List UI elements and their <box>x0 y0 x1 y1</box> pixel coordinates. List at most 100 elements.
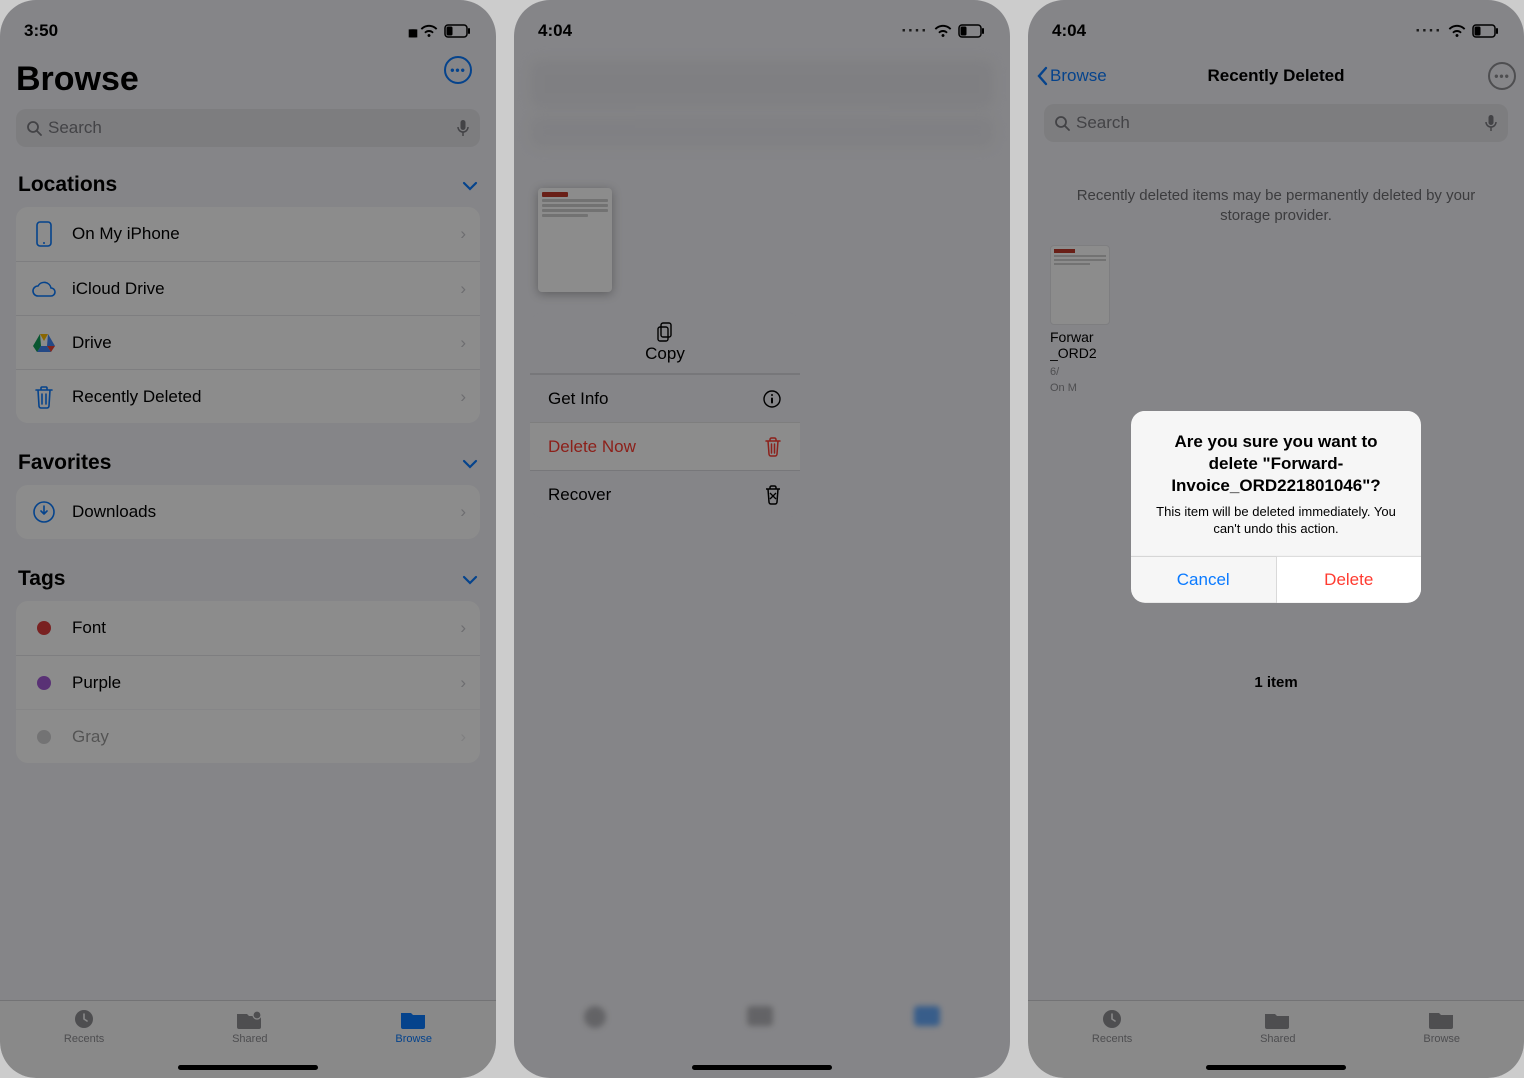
search-input[interactable] <box>1076 113 1478 133</box>
context-copy[interactable]: Copy <box>530 312 800 374</box>
location-on-my-iphone[interactable]: On My iPhone › <box>16 207 480 261</box>
context-delete-now[interactable]: Delete Now <box>530 422 800 470</box>
file-date: 6/ <box>1050 366 1059 378</box>
favorite-downloads[interactable]: Downloads › <box>16 485 480 539</box>
home-indicator[interactable] <box>178 1065 318 1070</box>
tab-recents[interactable]: Recents <box>64 1007 104 1045</box>
recover-icon <box>764 485 782 505</box>
location-recently-deleted[interactable]: Recently Deleted › <box>16 369 480 423</box>
downloads-icon <box>30 498 58 526</box>
tab-shared[interactable]: Shared <box>232 1007 267 1045</box>
more-button[interactable]: ••• <box>444 56 472 84</box>
chevron-right-icon: › <box>460 333 466 353</box>
search-icon <box>26 120 42 136</box>
tags-group: Font › Purple › Gray › <box>16 601 480 763</box>
tab-shared[interactable]: Shared <box>1260 1007 1295 1045</box>
tag-gray[interactable]: Gray › <box>16 709 480 763</box>
tag-color-dot <box>37 730 51 744</box>
tag-purple[interactable]: Purple › <box>16 655 480 709</box>
info-text: Recently deleted items may be permanentl… <box>1044 158 1508 245</box>
chevron-right-icon: › <box>460 279 466 299</box>
nav-bar: Browse Recently Deleted ••• <box>1028 54 1524 98</box>
alert-message: This item will be deleted immediately. Y… <box>1131 503 1421 556</box>
chevron-down-icon <box>462 173 478 197</box>
wifi-icon <box>1448 24 1466 38</box>
file-location: On M <box>1050 382 1077 394</box>
tag-font[interactable]: Font › <box>16 601 480 655</box>
location-icloud[interactable]: iCloud Drive › <box>16 261 480 315</box>
cellular-icon <box>408 21 414 41</box>
iphone-icon <box>30 220 58 248</box>
home-indicator[interactable] <box>1206 1065 1346 1070</box>
tag-color-dot <box>37 621 51 635</box>
alert-cancel-button[interactable]: Cancel <box>1131 557 1276 603</box>
page-title: Browse <box>16 54 480 109</box>
file-thumbnail[interactable] <box>538 188 612 292</box>
search-input[interactable] <box>48 118 450 138</box>
chevron-right-icon: › <box>460 502 466 522</box>
clock-icon <box>69 1007 99 1031</box>
cloud-icon <box>30 275 58 303</box>
nav-title: Recently Deleted <box>1208 66 1345 86</box>
status-bar: 4:04 <box>1028 0 1524 54</box>
chevron-down-icon <box>462 567 478 591</box>
battery-icon <box>958 24 986 38</box>
status-bar: 3:50 <box>0 0 496 54</box>
clock-icon <box>1097 1007 1127 1031</box>
dictate-icon[interactable] <box>456 119 470 137</box>
folder-person-icon <box>235 1007 265 1031</box>
folder-icon <box>399 1007 429 1031</box>
locations-group: On My iPhone › iCloud Drive › Drive › Re… <box>16 207 480 423</box>
folder-icon <box>1427 1007 1457 1031</box>
context-get-info[interactable]: Get Info <box>530 374 800 422</box>
phone-context-menu: 4:04 Copy Get Info <box>514 0 1010 1078</box>
phone-confirm-delete: 4:04 Browse Recently Deleted ••• Recentl… <box>1028 0 1524 1078</box>
search-icon <box>1054 115 1070 131</box>
tab-browse[interactable]: Browse <box>395 1007 432 1045</box>
chevron-right-icon: › <box>460 673 466 693</box>
info-icon <box>762 389 782 409</box>
location-drive[interactable]: Drive › <box>16 315 480 369</box>
status-time: 3:50 <box>24 21 58 41</box>
search-field[interactable] <box>1044 104 1508 142</box>
more-button[interactable]: ••• <box>1488 62 1516 90</box>
chevron-right-icon: › <box>460 618 466 638</box>
battery-icon <box>1472 24 1500 38</box>
file-item[interactable]: Forwar_ORD2 6/ On M <box>1050 245 1140 395</box>
battery-icon <box>444 24 472 38</box>
alert-delete-button[interactable]: Delete <box>1276 557 1422 603</box>
gdrive-icon <box>30 329 58 357</box>
copy-icon <box>656 322 674 342</box>
chevron-left-icon <box>1036 66 1048 86</box>
folder-person-icon <box>1263 1007 1293 1031</box>
status-bar: 4:04 <box>514 0 1010 54</box>
tab-browse[interactable]: Browse <box>1423 1007 1460 1045</box>
alert-title: Are you sure you want to delete "Forward… <box>1131 410 1421 502</box>
chevron-right-icon: › <box>460 727 466 747</box>
tags-header[interactable]: Tags <box>16 557 480 601</box>
favorites-header[interactable]: Favorites <box>16 441 480 485</box>
file-thumbnail <box>1050 245 1110 325</box>
back-button[interactable]: Browse <box>1036 66 1107 86</box>
locations-header[interactable]: Locations <box>16 163 480 207</box>
status-time: 4:04 <box>538 21 572 41</box>
trash-icon <box>764 437 782 457</box>
chevron-down-icon <box>462 451 478 475</box>
chevron-right-icon: › <box>460 387 466 407</box>
trash-icon <box>30 383 58 411</box>
tag-color-dot <box>37 676 51 690</box>
cellular-dots-icon <box>901 21 928 41</box>
context-menu: Copy Get Info Delete Now Recover <box>530 312 800 518</box>
blurred-search <box>530 116 994 148</box>
blurred-header <box>530 60 994 108</box>
tab-recents[interactable]: Recents <box>1092 1007 1132 1045</box>
dictate-icon[interactable] <box>1484 114 1498 132</box>
phone-browse: 3:50 ••• Browse Locations On My iPhone › <box>0 0 496 1078</box>
home-indicator[interactable] <box>692 1065 832 1070</box>
wifi-icon <box>420 24 438 38</box>
status-time: 4:04 <box>1052 21 1086 41</box>
chevron-right-icon: › <box>460 224 466 244</box>
search-field[interactable] <box>16 109 480 147</box>
file-name: Forwar <box>1050 329 1094 345</box>
context-recover[interactable]: Recover <box>530 470 800 518</box>
